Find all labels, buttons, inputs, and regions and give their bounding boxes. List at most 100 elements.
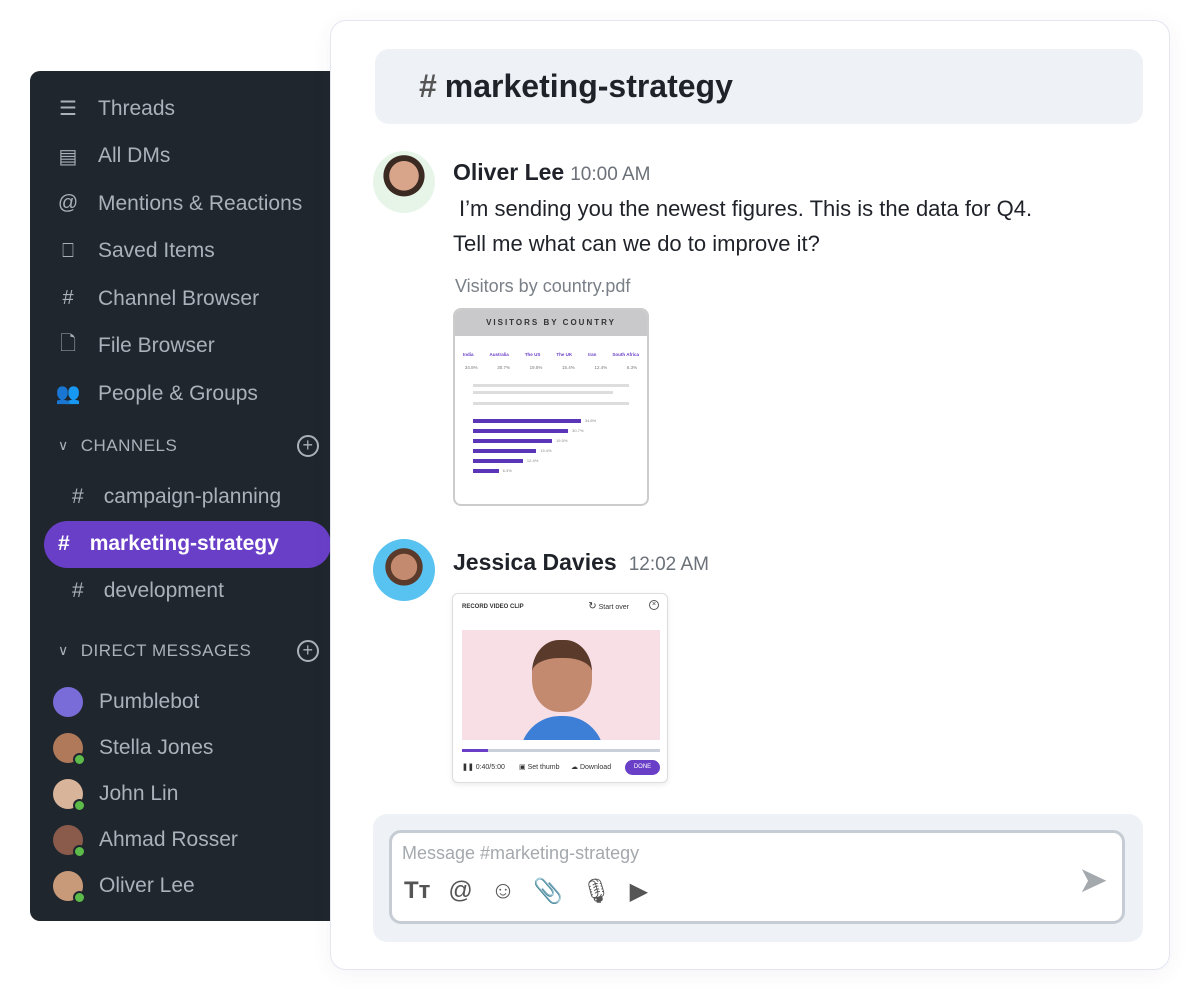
send-icon[interactable]: ➤ [1078, 859, 1108, 901]
bar-label: 30.7% [572, 428, 584, 433]
chart-bar: 30.7% [473, 428, 584, 433]
image-icon: ▣ [519, 764, 526, 771]
bar-label: 15.4% [540, 448, 552, 453]
hash-icon: # [419, 68, 437, 104]
message-input[interactable]: Message #marketing-strategy Tт @ ☺ 📎 🎙 ▶… [389, 830, 1125, 924]
dms-section[interactable]: ∨ DIRECT MESSAGES + [30, 623, 345, 679]
attachment-filename[interactable]: Visitors by country.pdf [455, 276, 630, 297]
dm-label: John Lin [99, 781, 179, 805]
add-dm-icon[interactable]: + [297, 639, 319, 662]
text-format-icon[interactable]: Tт [404, 877, 430, 906]
chart-bar: 19.5% [473, 438, 567, 443]
sidebar-item-file-browser[interactable]: 🗋 File Browser [30, 323, 345, 371]
sidebar-item-channel-browser[interactable]: # Channel Browser [30, 275, 345, 323]
channel-item[interactable]: # marketing-strategy [44, 520, 331, 568]
text-line [473, 384, 629, 387]
pdf-title: VISITORS BY COUNTRY [455, 310, 647, 336]
video-progress-bar[interactable] [462, 749, 660, 752]
dm-item[interactable]: Oliver Lee [30, 863, 345, 909]
avatar[interactable] [373, 151, 435, 213]
country-label: Iran [588, 352, 597, 357]
avatar [53, 732, 86, 766]
sidebar-item-label: Channel Browser [98, 286, 260, 310]
attach-icon[interactable]: 📎 [533, 877, 563, 906]
dm-item[interactable]: John Lin [30, 771, 345, 817]
elapsed-time: 0:40/5:00 [475, 764, 505, 771]
mention-icon[interactable]: @ [448, 877, 472, 906]
avatar [53, 686, 83, 717]
chart-bar: 12.4% [473, 458, 538, 463]
section-title: DIRECT MESSAGES [80, 640, 252, 660]
set-thumb-label: Set thumb [527, 764, 560, 771]
sidebar-item-mentions-reactions[interactable]: @ Mentions & Reactions [30, 180, 345, 228]
timestamp: 10:00 AM [570, 164, 651, 185]
sidebar-item-saved-items[interactable]: ⎕ Saved Items [30, 228, 345, 276]
page-title: marketing-strategy [444, 68, 733, 104]
channel-search-icon: # [62, 287, 74, 310]
avatar [53, 778, 86, 812]
start-over-label: Start over [598, 604, 629, 611]
timestamp: 12:02 AM [628, 554, 709, 575]
hash-icon: # [72, 485, 84, 508]
sidebar-item-people-groups[interactable]: 👥 People & Groups [30, 370, 345, 418]
channel-view: # marketing-strategy Oliver Lee 10:00 AM … [330, 20, 1170, 970]
sidebar-item-label: File Browser [98, 334, 215, 358]
country-label: The US [524, 352, 541, 357]
avatar[interactable] [373, 539, 435, 601]
message-line: Tell me what can we do to improve it? [453, 231, 820, 256]
country-label: The UK [556, 352, 573, 357]
channel-item[interactable]: # development [44, 568, 331, 615]
hash-icon: # [72, 579, 84, 602]
dm-item[interactable]: Stella Jones [30, 725, 345, 771]
country-value: 30.7% [497, 365, 510, 370]
video-progress-fill [462, 749, 488, 752]
file-search-icon: 🗋 [59, 333, 77, 356]
country-value: 15.4% [562, 365, 575, 370]
pdf-preview[interactable]: VISITORS BY COUNTRY India Australia The US… [453, 308, 649, 506]
sidebar-item-threads[interactable]: ☰ Threads [30, 85, 345, 133]
online-status-icon [73, 890, 86, 904]
message-text: I’m sending you the newest figures. This… [453, 191, 1032, 261]
message-line: I’m sending you the newest figures. This… [459, 196, 1033, 221]
country-label: South Africa [612, 352, 639, 357]
chevron-down-icon: ∨ [58, 642, 69, 658]
chevron-down-icon: ∨ [58, 437, 69, 453]
bar-label: 34.8% [584, 418, 597, 423]
channels-section[interactable]: ∨ CHANNELS + [30, 418, 345, 474]
cloud-download-icon: ☁ [571, 764, 578, 771]
dm-item[interactable]: Ahmad Rosser [30, 817, 345, 863]
close-icon[interactable]: × [649, 600, 659, 610]
country-value: 6.3% [626, 365, 638, 370]
author-name[interactable]: Oliver Lee [453, 159, 564, 185]
sidebar-item-label: Saved Items [98, 239, 215, 263]
all-dms-icon: ▤ [58, 145, 78, 168]
play-pause-button[interactable]: ❚❚ 0:40/5:00 [462, 763, 505, 771]
channel-label: marketing-strategy [89, 532, 279, 555]
section-title: CHANNELS [80, 435, 178, 455]
dm-label: Stella Jones [99, 735, 214, 759]
emoji-icon[interactable]: ☺ [491, 877, 516, 906]
channel-item[interactable]: # campaign-planning [44, 474, 331, 521]
pause-icon: ❚❚ [462, 764, 474, 771]
dm-label: Oliver Lee [99, 873, 195, 897]
done-button[interactable]: DONE [625, 760, 660, 775]
add-channel-icon[interactable]: + [297, 434, 319, 457]
chart-bar: 6.3% [473, 468, 512, 473]
video-camera-icon[interactable]: ▶ [630, 877, 648, 906]
channel-label: development [103, 579, 224, 602]
online-status-icon [73, 844, 86, 858]
refresh-icon: ↻ [588, 601, 597, 612]
download-button[interactable]: ☁ Download [571, 763, 611, 771]
message-placeholder: Message #marketing-strategy [402, 843, 640, 863]
avatar [53, 870, 86, 904]
sidebar-item-all-dms[interactable]: ▤ All DMs [30, 133, 345, 181]
start-over-button[interactable]: ↻ Start over [588, 601, 629, 612]
country-value: 19.5% [529, 365, 543, 370]
microphone-icon[interactable]: 🎙 [581, 877, 611, 906]
dm-item[interactable]: Pumblebot [30, 679, 345, 725]
author-name[interactable]: Jessica Davies [453, 549, 617, 575]
sidebar-item-label: People & Groups [98, 381, 258, 405]
chart-bar: 34.8% [473, 418, 596, 423]
set-thumb-button[interactable]: ▣ Set thumb [519, 763, 560, 771]
channel-label: campaign-planning [103, 485, 282, 508]
